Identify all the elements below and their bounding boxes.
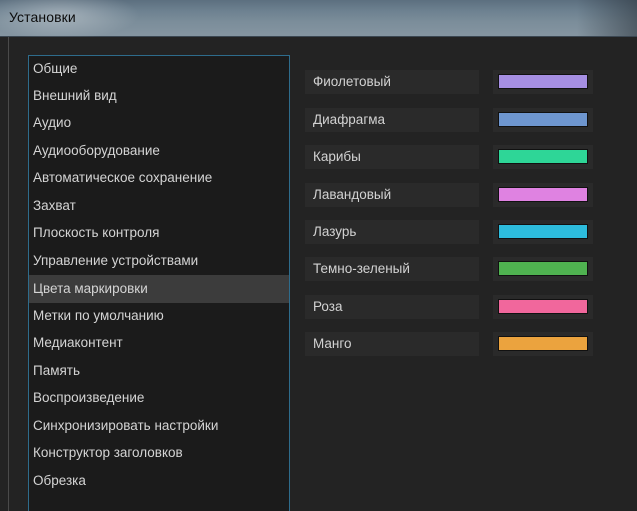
category-item-trim[interactable]: Обрезка bbox=[29, 468, 289, 494]
category-item-general[interactable]: Общие bbox=[29, 56, 289, 82]
color-swatch-button[interactable] bbox=[493, 108, 593, 132]
category-item-playback[interactable]: Воспроизведение bbox=[29, 385, 289, 411]
category-item-capture[interactable]: Захват bbox=[29, 193, 289, 219]
color-swatch bbox=[498, 187, 588, 202]
color-swatch bbox=[498, 299, 588, 314]
color-swatch-button[interactable] bbox=[493, 332, 593, 356]
color-swatch bbox=[498, 224, 588, 239]
category-item-label-defaults[interactable]: Метки по умолчанию bbox=[29, 303, 289, 329]
color-name-field[interactable]: Карибы bbox=[305, 145, 479, 169]
category-list[interactable]: Общие Внешний вид Аудио Аудиооборудовани… bbox=[28, 55, 290, 511]
category-item-device-control[interactable]: Управление устройствами bbox=[29, 248, 289, 274]
color-swatch bbox=[498, 74, 588, 89]
preferences-window: Установки Общие Внешний вид Аудио Аудиоо… bbox=[0, 0, 637, 511]
color-swatch-button[interactable] bbox=[493, 295, 593, 319]
color-name-field[interactable]: Диафрагма bbox=[305, 108, 479, 132]
color-name-field[interactable]: Темно-зеленый bbox=[305, 257, 479, 281]
category-item-memory[interactable]: Память bbox=[29, 358, 289, 384]
color-name-field[interactable]: Фиолетовый bbox=[305, 70, 479, 94]
color-swatch-button[interactable] bbox=[493, 257, 593, 281]
category-item-media[interactable]: Медиаконтент bbox=[29, 330, 289, 356]
color-swatch bbox=[498, 112, 588, 127]
category-item-audio-hardware[interactable]: Аудиооборудование bbox=[29, 138, 289, 164]
category-item-control-surface[interactable]: Плоскость контроля bbox=[29, 220, 289, 246]
title-bar[interactable]: Установки bbox=[0, 0, 637, 40]
category-item-titler[interactable]: Конструктор заголовков bbox=[29, 440, 289, 466]
color-swatch bbox=[498, 336, 588, 351]
window-title: Установки bbox=[9, 9, 76, 25]
color-swatch-button[interactable] bbox=[493, 145, 593, 169]
color-swatch-button[interactable] bbox=[493, 220, 593, 244]
category-item-appearance[interactable]: Внешний вид bbox=[29, 83, 289, 109]
color-swatch bbox=[498, 261, 588, 276]
category-item-auto-save[interactable]: Автоматическое сохранение bbox=[29, 165, 289, 191]
color-swatch bbox=[498, 149, 588, 164]
color-name-field[interactable]: Манго bbox=[305, 332, 479, 356]
category-item-audio[interactable]: Аудио bbox=[29, 110, 289, 136]
color-swatch-button[interactable] bbox=[493, 70, 593, 94]
category-item-label-colors[interactable]: Цвета маркировки bbox=[29, 275, 289, 303]
color-name-field[interactable]: Лазурь bbox=[305, 220, 479, 244]
color-name-field[interactable]: Лавандовый bbox=[305, 183, 479, 207]
title-bar-shade bbox=[577, 0, 637, 36]
category-item-sync-settings[interactable]: Синхронизировать настройки bbox=[29, 413, 289, 439]
color-name-field[interactable]: Роза bbox=[305, 295, 479, 319]
color-swatch-button[interactable] bbox=[493, 183, 593, 207]
